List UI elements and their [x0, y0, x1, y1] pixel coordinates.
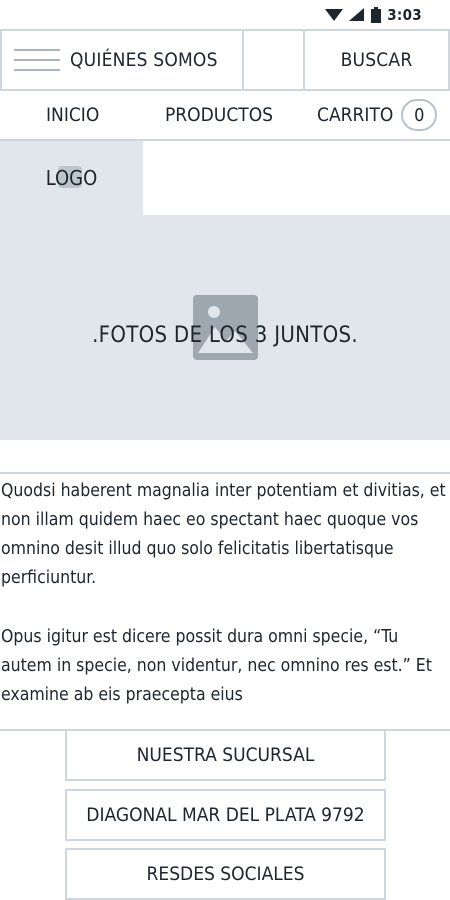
nav-item-inicio[interactable]: INICIO	[46, 91, 99, 139]
body-paragraph: Opus igitur est dicere possit dura omni …	[1, 627, 432, 705]
logo[interactable]: LOGO	[0, 141, 143, 215]
battery-icon	[371, 7, 382, 23]
nav-item-label: INICIO	[46, 104, 100, 126]
signal-icon	[349, 8, 365, 21]
hamburger-icon[interactable]	[14, 49, 60, 71]
nav-item-label: CARRITO	[317, 104, 394, 126]
top-bar: QUIÉNES SOMOS BUSCAR	[0, 29, 450, 91]
social-networks-label: RESDES SOCIALES	[146, 863, 305, 885]
branch-button[interactable]: NUESTRA SUCURSAL	[65, 729, 386, 781]
nav-item-productos[interactable]: PRODUCTOS	[165, 91, 273, 139]
status-bar: 3:03	[0, 0, 450, 29]
social-networks-button[interactable]: RESDES SOCIALES	[65, 848, 386, 900]
address-label: DIAGONAL MAR DEL PLATA 9792	[86, 804, 365, 826]
blank-header-cell	[244, 31, 305, 89]
search-label: BUSCAR	[340, 49, 413, 71]
address-button[interactable]: DIAGONAL MAR DEL PLATA 9792	[65, 789, 386, 841]
cart-count-badge: 0	[401, 99, 438, 131]
nav-item-label: PRODUCTOS	[165, 104, 273, 126]
status-time: 3:03	[387, 6, 422, 24]
wifi-icon	[325, 9, 344, 21]
status-icons: 3:03	[325, 6, 422, 24]
nav-item-carrito[interactable]: CARRITO 0	[317, 91, 438, 139]
main-nav: INICIO PRODUCTOS CARRITO 0	[0, 91, 450, 141]
branch-label: NUESTRA SUCURSAL	[136, 744, 315, 766]
about-us-menu-button[interactable]: QUIÉNES SOMOS	[0, 31, 244, 89]
logo-label: LOGO	[45, 166, 98, 190]
hero-caption: .FOTOS DE LOS 3 JUNTOS.	[92, 323, 358, 348]
divider	[0, 472, 450, 474]
body-paragraph: Quodsi haberent magnalia inter potentiam…	[1, 481, 446, 588]
about-us-label: QUIÉNES SOMOS	[70, 49, 218, 71]
search-button[interactable]: BUSCAR	[305, 31, 450, 89]
